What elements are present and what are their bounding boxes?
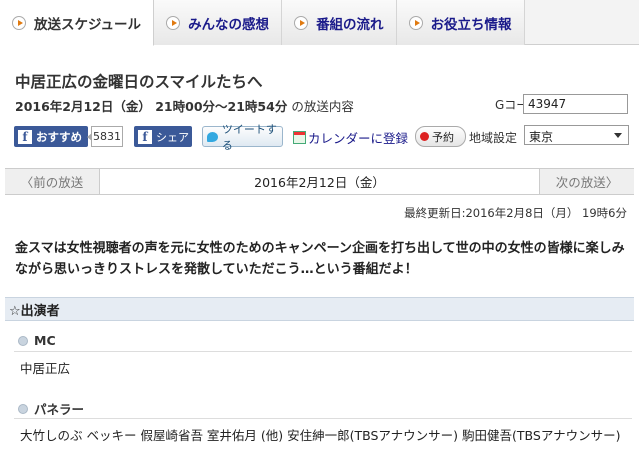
air-time-value: 2016年2月12日（金） 21時00分～21時54分 [15, 99, 288, 114]
reserve-label: 予約 [432, 130, 454, 144]
facebook-recommend-button[interactable]: f おすすめ [14, 126, 88, 147]
twitter-bird-icon [207, 131, 218, 142]
air-time: 2016年2月12日（金） 21時00分～21時54分 の放送内容 [15, 96, 354, 115]
calendar-label: カレンダーに登録 [308, 131, 409, 146]
facebook-icon: f [18, 129, 32, 144]
tab-label: 放送スケジュール [34, 16, 142, 33]
arrow-icon [166, 15, 181, 30]
tab-label: お役立ち情報 [430, 16, 512, 33]
mc-names: 中居正広 [20, 361, 71, 376]
air-time-suffix: の放送内容 [291, 99, 354, 114]
divider [14, 418, 632, 419]
tab-impressions[interactable]: みんなの感想 [154, 0, 283, 45]
area-label: 地域設定 [469, 131, 518, 145]
program-description: 金スマは女性視聴者の声を元に女性のためのキャンペーン企画を打ち出して世の中の女性… [15, 241, 625, 277]
tab-bar: 放送スケジュール みんなの感想 番組の流れ お役立ち情報 [0, 0, 639, 46]
mc-label: MC [34, 333, 56, 348]
calendar-register-link[interactable]: カレンダーに登録 [293, 128, 408, 147]
tab-useful-info[interactable]: お役立ち情報 [396, 0, 525, 45]
facebook-share-button[interactable]: f シェア [134, 126, 192, 147]
arrow-icon [408, 15, 423, 30]
facebook-share-label: シェア [156, 130, 189, 144]
panel-label: パネラー [34, 402, 85, 417]
facebook-count: 5831 [87, 126, 123, 147]
broadcast-navigation: 〈前の放送 2016年2月12日（金） 次の放送〉 [5, 168, 634, 195]
prev-broadcast-button[interactable]: 〈前の放送 [5, 169, 100, 194]
tab-broadcast-schedule[interactable]: 放送スケジュール [0, 0, 155, 46]
current-broadcast-date: 2016年2月12日（金） [254, 175, 385, 190]
panel-names: 大竹しのぶ ベッキー 假屋崎省吾 室井佑月 (他) 安住紳一郎(TBSアナウンサ… [20, 428, 621, 443]
arrow-icon [294, 15, 309, 30]
program-title: 中居正広の金曜日のスマイルたちへ [15, 73, 263, 91]
tab-label: みんなの感想 [188, 16, 270, 33]
tweet-label: ツイートする [221, 122, 277, 152]
arrow-icon [12, 15, 26, 30]
calendar-icon [293, 131, 306, 144]
bullet-icon [18, 335, 28, 346]
tab-program-flow[interactable]: 番組の流れ [282, 0, 397, 45]
divider [14, 351, 632, 352]
mc-role: MC [18, 333, 56, 348]
facebook-recommend-label: おすすめ [36, 129, 82, 144]
gcode-field[interactable]: 43947 [523, 94, 628, 114]
bullet-icon [18, 403, 28, 414]
tab-label: 番組の流れ [316, 16, 384, 33]
facebook-icon: f [138, 129, 152, 144]
last-updated: 最終更新日:2016年2月8日（月） 19時6分 [404, 206, 627, 220]
record-icon [420, 132, 429, 141]
cast-heading: ☆出演者 [5, 297, 634, 321]
panel-role: パネラー [18, 399, 84, 418]
reserve-button[interactable]: 予約 [415, 126, 466, 147]
tweet-button[interactable]: ツイートする [202, 123, 283, 152]
area-select[interactable]: 東京 [524, 125, 629, 145]
next-broadcast-button[interactable]: 次の放送〉 [539, 169, 634, 194]
